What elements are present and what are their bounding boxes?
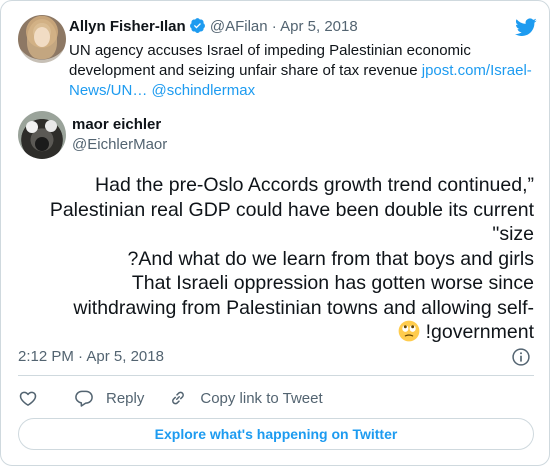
tweet-text: Had the pre-Oslo Accords growth trend co… bbox=[18, 173, 534, 345]
tweet-actions: Reply Copy link to Tweet bbox=[18, 387, 347, 409]
tweet-text-line: Palestinian real GDP could have been dou… bbox=[49, 198, 534, 221]
divider bbox=[18, 375, 534, 376]
heart-icon bbox=[19, 391, 37, 406]
verified-badge-icon bbox=[189, 18, 205, 33]
quoted-tweet-body: UN agency accuses Israel of impeding Pal… bbox=[69, 42, 471, 79]
copy-link-button[interactable]: Copy link to Tweet bbox=[168, 388, 323, 408]
author-handle[interactable]: @EichlerMaor bbox=[72, 135, 167, 155]
tweet-text-line: !government bbox=[425, 321, 534, 343]
tweet-text-line: Had the pre-Oslo Accords growth trend co… bbox=[95, 174, 534, 196]
face-with-rolling-eyes-icon bbox=[398, 320, 419, 342]
tweet-date[interactable]: Apr 5, 2018 bbox=[86, 348, 164, 365]
quoted-tweet-date[interactable]: Apr 5, 2018 bbox=[280, 18, 358, 35]
reply-button[interactable]: Reply bbox=[74, 388, 144, 408]
quoted-tweet-header: Allyn Fisher-Ilan @AFilan · Apr 5, 2018 bbox=[69, 17, 358, 37]
tweet-embed-card: Allyn Fisher-Ilan @AFilan · Apr 5, 2018 … bbox=[0, 0, 550, 466]
tweet-text-line: That Israeli oppression has gotten worse… bbox=[131, 272, 534, 294]
author-name[interactable]: maor eichler bbox=[72, 115, 161, 135]
tweet-text-last-line: !government bbox=[18, 320, 534, 345]
quoted-author-name[interactable]: Allyn Fisher-Ilan bbox=[69, 18, 186, 35]
quoted-author-avatar[interactable] bbox=[18, 15, 66, 63]
tweet-text-line: "size bbox=[492, 223, 534, 245]
author-avatar[interactable] bbox=[18, 111, 66, 159]
like-button[interactable] bbox=[18, 388, 50, 408]
quoted-author-handle[interactable]: @AFilan bbox=[210, 18, 268, 35]
reply-label[interactable]: Reply bbox=[106, 390, 144, 407]
twitter-bird-icon[interactable] bbox=[515, 16, 537, 38]
quoted-tweet-text: UN agency accuses Israel of impeding Pal… bbox=[69, 41, 539, 101]
explore-label[interactable]: Explore what's happening on Twitter bbox=[155, 426, 398, 442]
quoted-tweet[interactable]: Allyn Fisher-Ilan @AFilan · Apr 5, 2018 … bbox=[18, 13, 543, 103]
separator-dot: · bbox=[271, 18, 277, 35]
separator-dot: · bbox=[78, 348, 84, 365]
explore-twitter-button[interactable]: Explore what's happening on Twitter bbox=[18, 418, 534, 450]
quoted-tweet-mention[interactable]: @schindlermax bbox=[152, 82, 256, 99]
info-icon[interactable] bbox=[511, 347, 531, 367]
tweet-timestamp[interactable]: 2:12 PM · Apr 5, 2018 bbox=[18, 347, 164, 367]
tweet-text-line: ?And what do we learn from that boys and… bbox=[127, 247, 534, 270]
tweet-text-line: withdrawing from Palestinian towns and a… bbox=[73, 296, 534, 319]
link-icon bbox=[172, 391, 185, 405]
tweet-time[interactable]: 2:12 PM bbox=[18, 348, 74, 365]
copy-link-label[interactable]: Copy link to Tweet bbox=[200, 390, 322, 407]
reply-bubble-icon bbox=[75, 390, 93, 407]
